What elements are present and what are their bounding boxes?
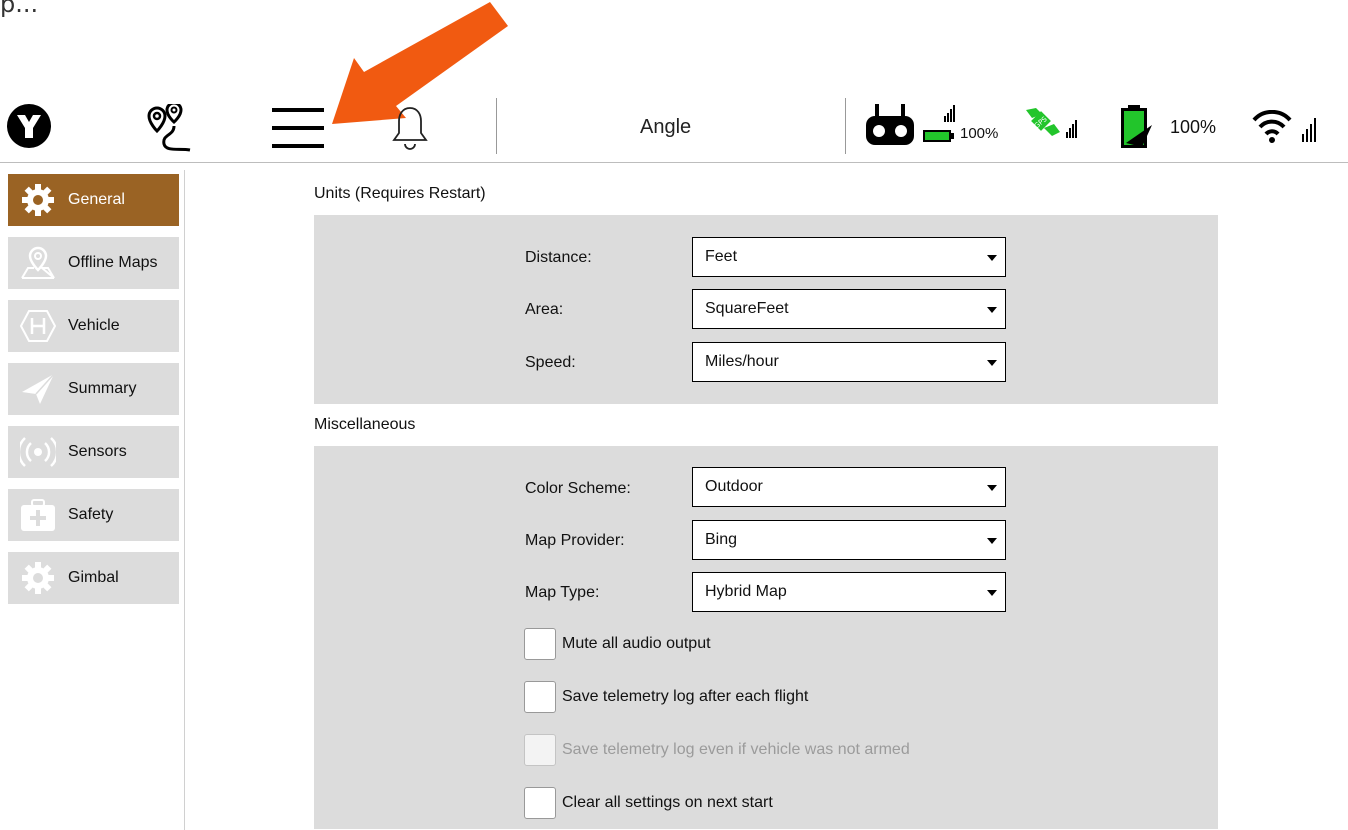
rc-battery-percent: 100%: [960, 125, 999, 142]
units-section-title: Units (Requires Restart): [314, 185, 486, 202]
sidebar-divider: [184, 170, 185, 830]
dropdown-caret-icon: [987, 538, 997, 544]
dropdown-caret-icon: [987, 360, 997, 366]
rc-signal-battery-icon: [923, 105, 955, 142]
first-aid-kit-icon: [18, 495, 58, 535]
checkbox-label: Save telemetry log even if vehicle was n…: [562, 741, 910, 758]
sidebar-item-vehicle[interactable]: Vehicle: [8, 300, 179, 352]
gear-icon: [18, 180, 58, 220]
area-label: Area:: [525, 301, 564, 318]
gps-icon[interactable]: GPS: [1020, 104, 1080, 144]
app-logo-icon[interactable]: [6, 103, 52, 149]
battery-icon[interactable]: [1118, 103, 1154, 151]
map-provider-label: Map Provider:: [525, 532, 625, 549]
color-scheme-value: Outdoor: [705, 478, 763, 495]
toolbar-border: [0, 162, 1348, 163]
sensor-broadcast-icon: [18, 432, 58, 472]
map-provider-value: Bing: [705, 531, 738, 548]
dropdown-caret-icon: [987, 485, 997, 491]
sidebar-item-general[interactable]: General: [8, 174, 179, 226]
color-scheme-label: Color Scheme:: [525, 480, 631, 497]
sidebar-item-gimbal[interactable]: Gimbal: [8, 552, 179, 604]
distance-select[interactable]: Feet: [692, 237, 1006, 277]
dropdown-caret-icon: [987, 255, 997, 261]
wifi-icon[interactable]: [1252, 110, 1324, 144]
hamburger-menu-icon[interactable]: [270, 106, 326, 150]
toolbar-divider: [496, 98, 497, 154]
sidebar-item-label: Gimbal: [68, 569, 119, 586]
rc-controller-icon[interactable]: [865, 104, 915, 146]
sidebar-item-label: Offline Maps: [68, 254, 158, 271]
sidebar-item-label: General: [68, 191, 125, 208]
checkbox-label: Clear all settings on next start: [562, 794, 773, 811]
map-pin-icon: [18, 243, 58, 283]
distance-value: Feet: [705, 248, 738, 265]
sidebar-item-safety[interactable]: Safety: [8, 489, 179, 541]
vehicle-h-icon: [18, 306, 58, 346]
sidebar-item-label: Sensors: [68, 443, 127, 460]
plan-view-icon[interactable]: [137, 104, 195, 154]
sidebar-item-sensors[interactable]: Sensors: [8, 426, 179, 478]
save-telemetry-unarmed-checkbox: [524, 734, 556, 766]
map-type-label: Map Type:: [525, 584, 600, 601]
save-telemetry-option[interactable]: Save telemetry log after each flight: [524, 681, 808, 713]
mute-audio-option[interactable]: Mute all audio output: [524, 628, 711, 660]
sidebar-item-label: Safety: [68, 506, 114, 523]
mute-audio-checkbox[interactable]: [524, 628, 556, 660]
dropdown-caret-icon: [987, 590, 997, 596]
speed-label: Speed:: [525, 354, 576, 371]
checkbox-label: Save telemetry log after each flight: [562, 688, 809, 705]
map-type-select[interactable]: Hybrid Map: [692, 572, 1006, 612]
checkbox-label: Mute all audio output: [562, 635, 711, 652]
paper-plane-icon: [18, 369, 58, 409]
speed-select[interactable]: Miles/hour: [692, 342, 1006, 382]
sidebar-item-label: Summary: [68, 380, 137, 397]
distance-label: Distance:: [525, 249, 592, 266]
flight-mode-label[interactable]: Angle: [640, 116, 691, 139]
vehicle-battery-percent: 100%: [1170, 117, 1217, 137]
color-scheme-select[interactable]: Outdoor: [692, 467, 1006, 507]
save-telemetry-checkbox[interactable]: [524, 681, 556, 713]
dropdown-caret-icon: [987, 307, 997, 313]
sidebar-item-offline-maps[interactable]: Offline Maps: [8, 237, 179, 289]
settings-sidebar: General Offline Maps Vehicle Summary Sen…: [8, 174, 179, 615]
area-value: SquareFeet: [705, 300, 789, 317]
misc-section-title: Miscellaneous: [314, 416, 416, 433]
cropped-header-text: p...: [0, 0, 39, 18]
clear-settings-option[interactable]: Clear all settings on next start: [524, 787, 773, 819]
gear-icon: [18, 558, 58, 598]
speed-value: Miles/hour: [705, 353, 779, 370]
sidebar-item-summary[interactable]: Summary: [8, 363, 179, 415]
clear-settings-checkbox[interactable]: [524, 787, 556, 819]
save-telemetry-unarmed-option: Save telemetry log even if vehicle was n…: [524, 734, 910, 766]
toolbar-divider: [845, 98, 846, 154]
map-type-value: Hybrid Map: [705, 583, 787, 600]
area-select[interactable]: SquareFeet: [692, 289, 1006, 329]
sidebar-item-label: Vehicle: [68, 317, 120, 334]
bell-icon[interactable]: [392, 104, 428, 152]
map-provider-select[interactable]: Bing: [692, 520, 1006, 560]
